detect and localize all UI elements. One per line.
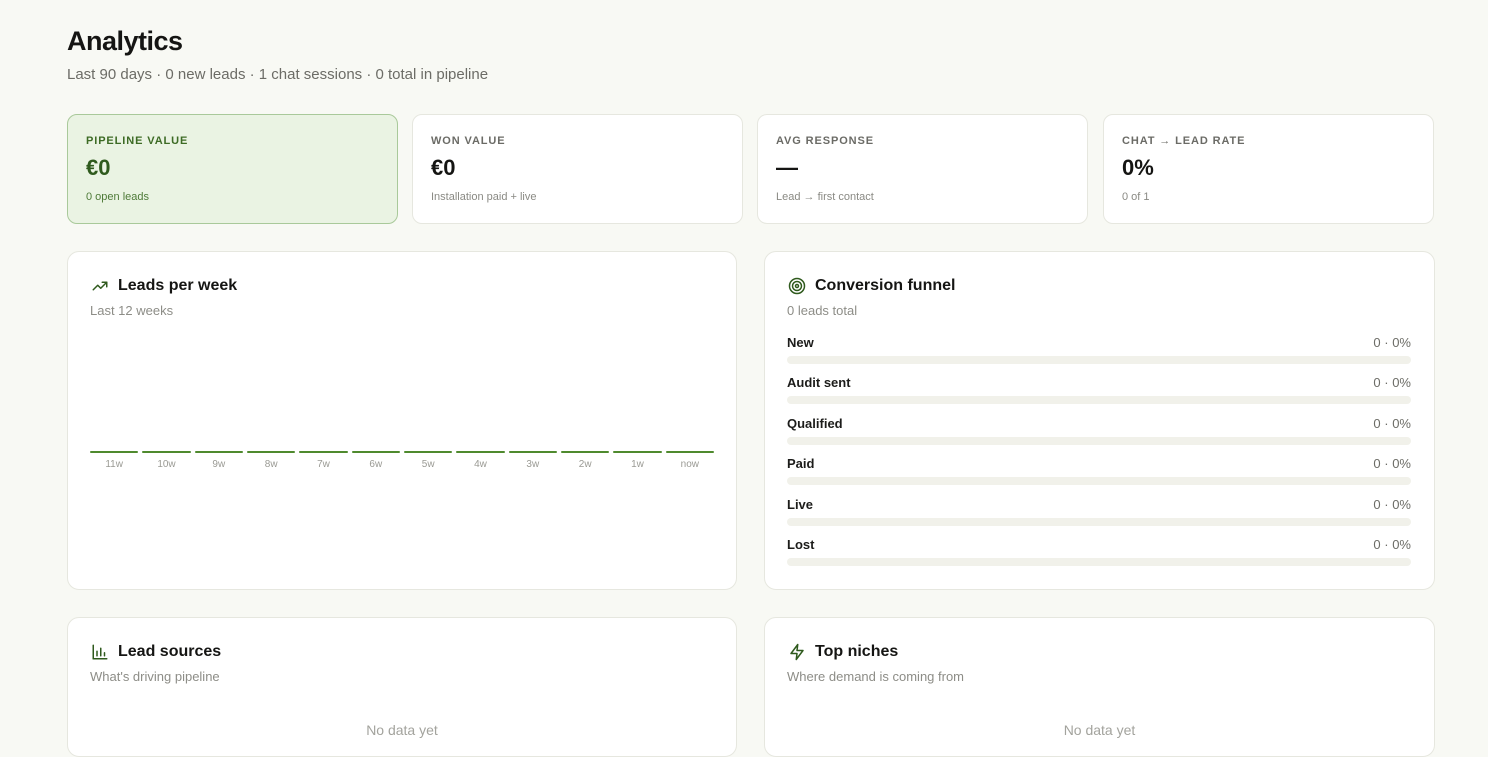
funnel-stage-label: Lost [787, 537, 815, 552]
kpi-note: Installation paid + live [431, 191, 537, 203]
funnel-track [787, 518, 1411, 526]
card-subtitle: 0 leads total [787, 303, 858, 318]
kpi-note: Lead → first contact [776, 191, 874, 203]
kpi-pipeline-value[interactable]: PIPELINE VALUE €0 0 open leads [67, 114, 398, 224]
funnel-stage-value: 0 · 0% [1373, 335, 1411, 350]
page-title: Analytics [67, 26, 183, 56]
kpi-label: WON VALUE [431, 135, 506, 147]
funnel-stage-value: 0 · 0% [1373, 375, 1411, 390]
kpi-note: 0 open leads [86, 191, 149, 203]
kpi-chat-lead-rate[interactable]: CHAT → LEAD RATE 0% 0 of 1 [1103, 114, 1434, 224]
leads-bar [194, 451, 243, 453]
leads-bar [456, 451, 505, 453]
x-tick-label: 3w [526, 459, 540, 470]
card-subtitle: Where demand is coming from [787, 669, 965, 684]
x-tick-label: 5w [421, 459, 435, 470]
funnel-stage-value: 0 · 0% [1373, 456, 1411, 471]
funnel-stage-value: 0 · 0% [1373, 497, 1411, 512]
top-niches-card: Top niches Where demand is coming from N… [764, 617, 1435, 757]
lead-sources-card: Lead sources What's driving pipeline No … [67, 617, 737, 757]
x-tick-label: 6w [369, 459, 383, 470]
kpi-avg-response[interactable]: AVG RESPONSE — Lead → first contact [757, 114, 1088, 224]
kpi-label: CHAT → LEAD RATE [1122, 135, 1246, 147]
funnel-stage-value: 0 · 0% [1373, 537, 1411, 552]
funnel-track [787, 558, 1411, 566]
kpi-label: PIPELINE VALUE [86, 135, 189, 147]
kpi-value: €0 [86, 155, 111, 180]
page-subtitle: Last 90 days · 0 new leads · 1 chat sess… [67, 66, 489, 83]
leads-bar [299, 451, 348, 453]
funnel-stage-label: Live [787, 497, 814, 512]
x-tick-label: 1w [631, 459, 644, 470]
empty-state-text: No data yet [366, 722, 438, 738]
leads-bar-chart: 11w 10w 9w 8w 7w 6w 5w 4w 3w 2w 1w now [90, 451, 714, 481]
leads-bar [508, 451, 557, 453]
x-tick-label: 9w [212, 459, 226, 470]
kpi-value: — [776, 155, 798, 180]
card-title: Lead sources [118, 643, 222, 660]
leads-per-week-card: Leads per week Last 12 weeks 11w 10w 9w 8w 7… [67, 251, 737, 590]
leads-bar [613, 451, 662, 453]
leads-bar [561, 451, 610, 453]
kpi-note: 0 of 1 [1122, 191, 1150, 203]
funnel-stage-label: Qualified [787, 416, 843, 431]
leads-bar [90, 451, 139, 453]
funnel-stage-value: 0 · 0% [1373, 416, 1411, 431]
card-subtitle: Last 12 weeks [90, 303, 174, 318]
kpi-won-value[interactable]: WON VALUE €0 Installation paid + live [412, 114, 743, 224]
x-tick-label: 8w [264, 459, 278, 470]
leads-bar [404, 451, 453, 453]
funnel-track [787, 356, 1411, 364]
leads-bar [351, 451, 400, 453]
funnel-stage-label: Audit sent [787, 375, 851, 390]
funnel-track [787, 437, 1411, 445]
lightning-icon [787, 642, 807, 662]
kpi-value: 0% [1122, 155, 1154, 180]
card-title: Conversion funnel [815, 277, 956, 294]
leads-bar [665, 451, 714, 453]
kpi-value: €0 [431, 155, 456, 180]
card-title: Leads per week [118, 277, 238, 294]
x-tick-label: 4w [474, 459, 487, 470]
trending-up-icon [90, 276, 110, 296]
funnel-track [787, 477, 1411, 485]
x-tick-label: 10w [157, 459, 176, 470]
x-tick-label: now [680, 459, 699, 470]
funnel-track [787, 396, 1411, 404]
card-title: Top niches [815, 643, 899, 660]
funnel-stage-label: New [787, 335, 814, 350]
leads-bar [247, 451, 296, 453]
x-tick-label: 7w [317, 459, 330, 470]
x-tick-label: 2w [578, 459, 592, 470]
conversion-funnel-card: Conversion funnel 0 leads total New 0 · … [764, 251, 1435, 590]
kpi-label: AVG RESPONSE [776, 135, 875, 147]
leads-bar [142, 451, 191, 453]
target-icon [787, 276, 807, 296]
bar-chart-icon [90, 642, 110, 662]
x-tick-label: 11w [105, 459, 123, 470]
empty-state-text: No data yet [1063, 722, 1136, 738]
kpi-row: PIPELINE VALUE €0 0 open leads WON VALUE… [67, 114, 1435, 224]
funnel-stage-label: Paid [787, 456, 815, 471]
card-subtitle: What's driving pipeline [90, 669, 220, 684]
